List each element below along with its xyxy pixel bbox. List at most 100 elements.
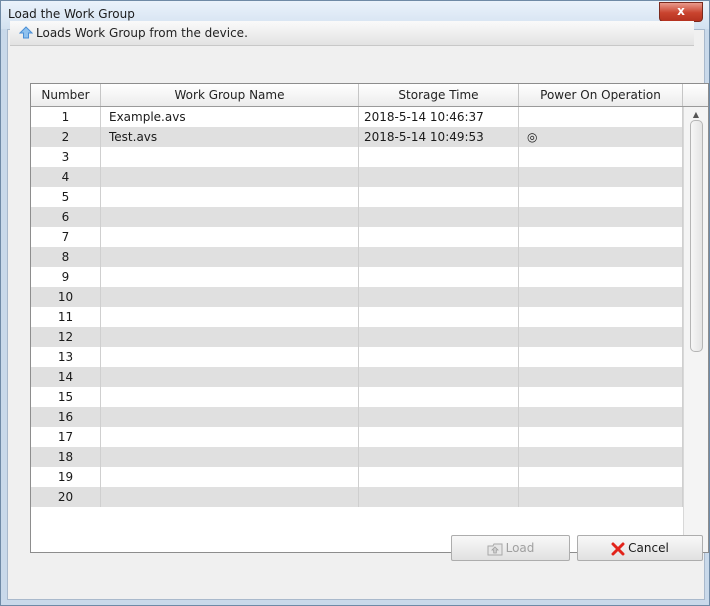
cell-number: 1 [31, 107, 101, 127]
table-row[interactable]: 19 [31, 467, 683, 487]
cell-storage-time [359, 407, 519, 427]
cell-number: 3 [31, 147, 101, 167]
cell-work-group-name [101, 407, 359, 427]
table-row[interactable]: 6 [31, 207, 683, 227]
cell-number: 15 [31, 387, 101, 407]
cell-power-on-operation [519, 107, 683, 127]
table-row[interactable]: 3 [31, 147, 683, 167]
cell-work-group-name: Example.avs [101, 107, 359, 127]
table-row[interactable]: 4 [31, 167, 683, 187]
table-row[interactable]: 7 [31, 227, 683, 247]
cell-work-group-name [101, 287, 359, 307]
close-icon: x [677, 4, 685, 18]
cell-number: 12 [31, 327, 101, 347]
cell-work-group-name [101, 187, 359, 207]
cell-work-group-name [101, 267, 359, 287]
cell-storage-time [359, 207, 519, 227]
cell-power-on-operation [519, 247, 683, 267]
cell-power-on-operation [519, 387, 683, 407]
cell-power-on-operation [519, 427, 683, 447]
cell-storage-time [359, 227, 519, 247]
cell-work-group-name [101, 147, 359, 167]
cell-power-on-operation [519, 487, 683, 507]
table-row[interactable]: 9 [31, 267, 683, 287]
table-row[interactable]: 8 [31, 247, 683, 267]
column-header-work-group-name[interactable]: Work Group Name [101, 84, 359, 106]
table-body: 1 Example.avs 2018-5-14 10:46:37 2 Test.avs… [31, 107, 683, 507]
cell-work-group-name [101, 207, 359, 227]
table-row[interactable]: 5 [31, 187, 683, 207]
cell-storage-time [359, 327, 519, 347]
cell-storage-time [359, 467, 519, 487]
cell-work-group-name [101, 447, 359, 467]
cell-storage-time [359, 447, 519, 467]
cell-power-on-operation [519, 367, 683, 387]
cell-number: 10 [31, 287, 101, 307]
cell-number: 18 [31, 447, 101, 467]
cell-power-on-operation [519, 467, 683, 487]
cell-storage-time [359, 187, 519, 207]
table-row[interactable]: 14 [31, 367, 683, 387]
close-button[interactable]: x [659, 2, 703, 22]
dialog-window: Load the Work Group x Loads Work Group f… [0, 0, 710, 606]
cell-number: 4 [31, 167, 101, 187]
scrollbar-thumb[interactable] [690, 120, 703, 352]
table-row[interactable]: 1 Example.avs 2018-5-14 10:46:37 [31, 107, 683, 127]
cell-work-group-name [101, 487, 359, 507]
cell-storage-time [359, 287, 519, 307]
table-row[interactable]: 12 [31, 327, 683, 347]
cell-storage-time [359, 487, 519, 507]
window-title: Load the Work Group [8, 7, 135, 21]
cell-storage-time [359, 247, 519, 267]
cell-number: 19 [31, 467, 101, 487]
table-row[interactable]: 20 [31, 487, 683, 507]
cell-storage-time: 2018-5-14 10:49:53 [359, 127, 519, 147]
column-header-number[interactable]: Number [31, 84, 101, 106]
table-row[interactable]: 16 [31, 407, 683, 427]
cell-work-group-name [101, 467, 359, 487]
cell-number: 7 [31, 227, 101, 247]
cell-number: 16 [31, 407, 101, 427]
cell-power-on-operation [519, 227, 683, 247]
load-button[interactable]: Load [451, 535, 570, 561]
table-row[interactable]: 11 [31, 307, 683, 327]
info-bar: Loads Work Group from the device. [10, 21, 694, 46]
cell-work-group-name: Test.avs [101, 127, 359, 147]
cell-power-on-operation [519, 147, 683, 167]
table-row[interactable]: 17 [31, 427, 683, 447]
info-text: Loads Work Group from the device. [36, 26, 248, 40]
work-group-table[interactable]: Number Work Group Name Storage Time Powe… [30, 83, 709, 553]
column-header-storage-time[interactable]: Storage Time [359, 84, 519, 106]
cell-number: 8 [31, 247, 101, 267]
cell-storage-time [359, 167, 519, 187]
cell-power-on-operation [519, 347, 683, 367]
column-header-power-on-operation[interactable]: Power On Operation [519, 84, 683, 106]
cell-storage-time [359, 347, 519, 367]
cell-storage-time [359, 267, 519, 287]
table-row[interactable]: 13 [31, 347, 683, 367]
cell-power-on-operation [519, 187, 683, 207]
cell-power-on-operation [519, 307, 683, 327]
vertical-scrollbar[interactable]: ▲ ▼ [683, 107, 708, 552]
cancel-button[interactable]: Cancel [577, 535, 703, 561]
cancel-button-label: Cancel [628, 541, 669, 555]
cell-power-on-operation [519, 207, 683, 227]
table-row[interactable]: 15 [31, 387, 683, 407]
table-row[interactable]: 10 [31, 287, 683, 307]
table-row[interactable]: 18 [31, 447, 683, 467]
cell-number: 2 [31, 127, 101, 147]
cell-storage-time [359, 367, 519, 387]
cell-number: 17 [31, 427, 101, 447]
cell-storage-time: 2018-5-14 10:46:37 [359, 107, 519, 127]
cell-power-on-operation [519, 407, 683, 427]
cell-work-group-name [101, 247, 359, 267]
load-button-label: Load [505, 541, 535, 555]
cell-work-group-name [101, 427, 359, 447]
table-row[interactable]: 2 Test.avs 2018-5-14 10:49:53 ◎ [31, 127, 683, 147]
cell-work-group-name [101, 347, 359, 367]
cell-storage-time [359, 427, 519, 447]
cell-power-on-operation [519, 167, 683, 187]
cell-number: 11 [31, 307, 101, 327]
cell-work-group-name [101, 167, 359, 187]
power-on-indicator-icon: ◎ [519, 127, 683, 147]
